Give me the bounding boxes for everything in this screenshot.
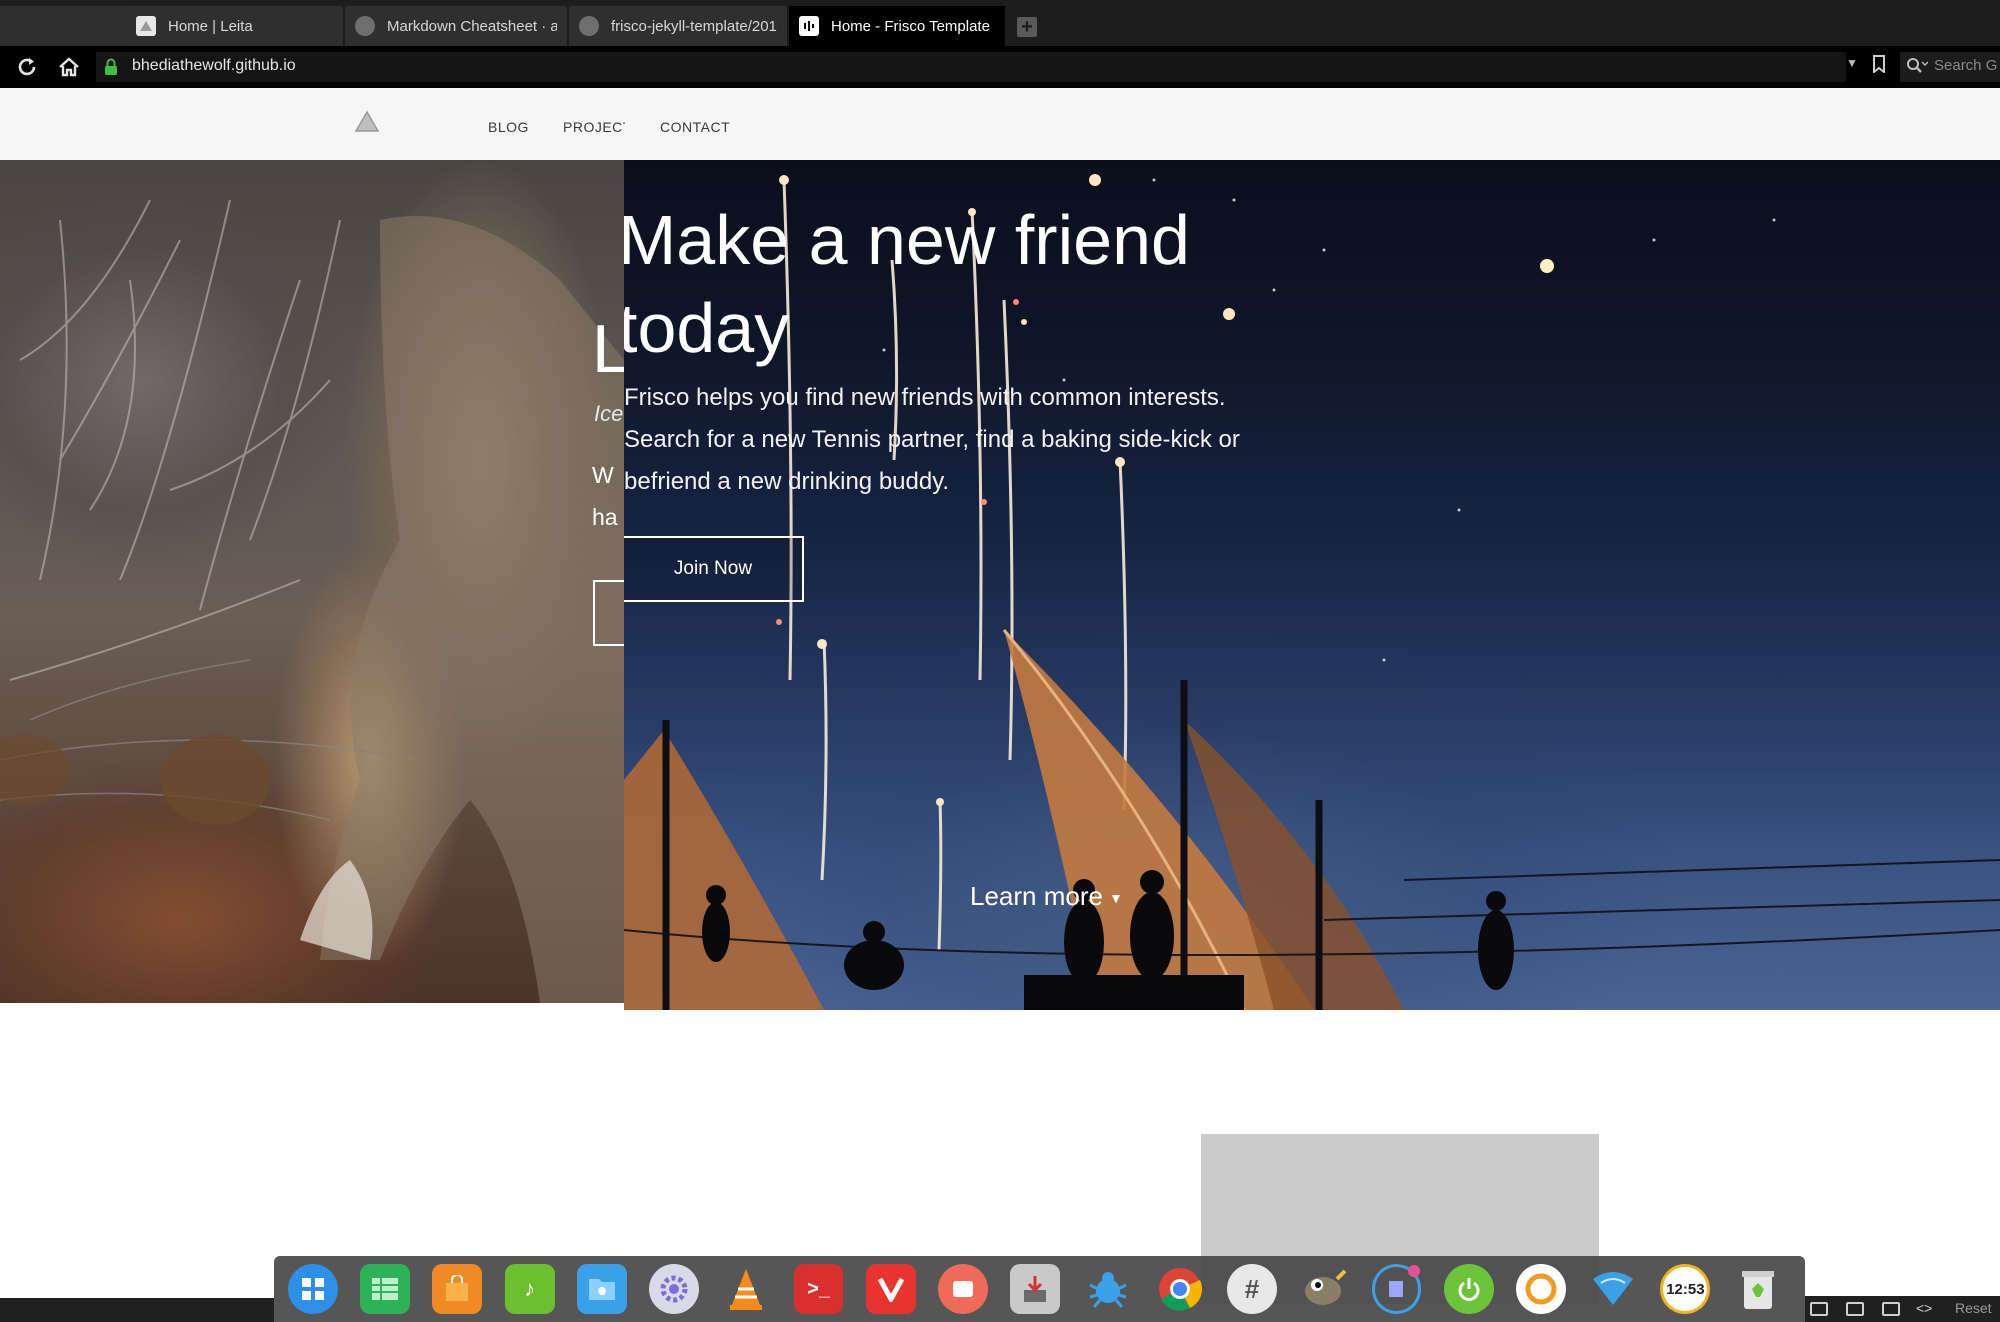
- search-placeholder: Search G: [1934, 57, 1998, 74]
- web-page: L Ice W ha Make a new friend today Frisc…: [0, 88, 2000, 1322]
- terminal-icon[interactable]: >_: [793, 1264, 844, 1314]
- power-icon[interactable]: [1443, 1264, 1494, 1314]
- spreadsheet-icon[interactable]: [360, 1264, 411, 1314]
- tab-home-frisco[interactable]: Home - Frisco Template: [789, 6, 1006, 46]
- clock-time: 12:53: [1666, 1280, 1705, 1298]
- nav-link-project[interactable]: PROJECT: [563, 119, 625, 135]
- wifi-icon[interactable]: [1588, 1264, 1638, 1314]
- tab-home-leita[interactable]: Home | Leita: [126, 6, 344, 46]
- store-icon[interactable]: [432, 1264, 483, 1314]
- learn-more-link[interactable]: Learn more ▼: [970, 881, 1123, 912]
- hero-description-line: befriend a new drinking buddy.: [624, 468, 950, 495]
- application-dock: ♪ >_ # 12:53: [274, 1256, 1805, 1322]
- leita-favicon-icon: [136, 16, 156, 36]
- settings-icon[interactable]: [649, 1264, 700, 1314]
- trash-icon[interactable]: [1733, 1264, 1783, 1314]
- tab-markdown-cheatsheet[interactable]: Markdown Cheatsheet · ad: [345, 6, 568, 46]
- hero-description-line: Frisco helps you find new friends with c…: [624, 384, 1226, 411]
- tab-frisco-jekyll-template[interactable]: frisco-jekyll-template/2016-: [569, 6, 788, 46]
- music-icon[interactable]: ♪: [504, 1264, 555, 1314]
- window-icon[interactable]: [1846, 1302, 1864, 1316]
- hero-description-line: Search for a new Tennis partner, find a …: [624, 426, 1240, 453]
- tab-label: Home | Leita: [168, 17, 253, 35]
- hero-wolf-image: L Ice W ha: [0, 160, 624, 1003]
- join-now-label: Join Now: [673, 558, 753, 579]
- search-icon: [1907, 58, 1928, 73]
- code-icon[interactable]: <>: [1916, 1300, 1932, 1316]
- branches-decoration: [0, 199, 624, 1003]
- hero-title-line-1: Make a new friend: [624, 201, 1190, 279]
- reload-icon: [18, 58, 36, 76]
- tab-strip-spacer: [0, 6, 126, 46]
- learn-more-label: Learn more: [970, 881, 1103, 911]
- wolf-hero-text-fragment: W: [592, 462, 614, 488]
- site-logo-icon[interactable]: [354, 110, 380, 134]
- url-field[interactable]: [96, 52, 1846, 82]
- caret-down-icon: ▼: [1108, 890, 1123, 907]
- github-favicon-icon: [355, 16, 375, 36]
- installer-icon[interactable]: [1010, 1264, 1061, 1314]
- presentation-icon[interactable]: [938, 1264, 988, 1314]
- clock-icon: 12:53: [1660, 1264, 1711, 1314]
- hero-title-line-2: today: [624, 289, 790, 367]
- hashtag-icon[interactable]: #: [1227, 1264, 1277, 1314]
- hero-frisco-section: Make a new friend today Frisco helps you…: [624, 160, 2000, 1010]
- launcher-icon[interactable]: [288, 1264, 338, 1314]
- fireworks-background: [624, 174, 2000, 1010]
- wolf-hero-button-fragment[interactable]: [593, 580, 624, 646]
- url-dropdown-icon[interactable]: ▼: [1846, 56, 1858, 70]
- frisco-favicon-icon: [799, 16, 819, 36]
- wolf-hero-title-fragment: L: [592, 311, 624, 387]
- nav-link-contact[interactable]: CONTACT: [660, 119, 730, 135]
- url-text[interactable]: bhediathewolf.github.io: [132, 57, 296, 75]
- chrome-icon[interactable]: [1155, 1264, 1205, 1314]
- github-favicon-icon: [579, 16, 599, 36]
- lock-icon: [105, 58, 117, 75]
- orange-ring-icon[interactable]: [1516, 1264, 1566, 1314]
- file-manager-icon[interactable]: [576, 1264, 627, 1314]
- tab-bar: Home | Leita Markdown Cheatsheet · ad fr…: [0, 0, 2000, 46]
- bookmark-icon[interactable]: [1872, 55, 1886, 73]
- tab-label: Home - Frisco Template: [831, 17, 990, 35]
- screenshot-icon[interactable]: [1810, 1302, 1828, 1316]
- wolf-hero-text-fragment: ha: [592, 504, 618, 530]
- vivaldi-icon[interactable]: [865, 1264, 916, 1314]
- wolf-hero-subtitle-fragment: Ice: [594, 401, 624, 426]
- reload-button[interactable]: [13, 53, 41, 81]
- gimp-icon[interactable]: [1299, 1264, 1349, 1314]
- tab-label: Markdown Cheatsheet · ad: [387, 17, 557, 35]
- home-icon: [59, 57, 79, 77]
- taskbar-left: [0, 1298, 274, 1322]
- app-icon[interactable]: [1371, 1264, 1422, 1314]
- home-button[interactable]: [55, 53, 83, 81]
- site-navbar: BLOG PROJECT CONTACT: [0, 88, 2000, 160]
- tab-label: frisco-jekyll-template/2016-: [611, 17, 777, 35]
- bug-icon[interactable]: [1083, 1264, 1133, 1314]
- reset-button[interactable]: Reset: [1955, 1300, 1992, 1316]
- nav-link-blog[interactable]: BLOG: [488, 119, 529, 135]
- join-now-button[interactable]: Join Now: [624, 536, 804, 602]
- image-icon[interactable]: [1882, 1302, 1900, 1316]
- vlc-icon[interactable]: [721, 1264, 771, 1314]
- new-tab-button[interactable]: +: [1017, 17, 1037, 37]
